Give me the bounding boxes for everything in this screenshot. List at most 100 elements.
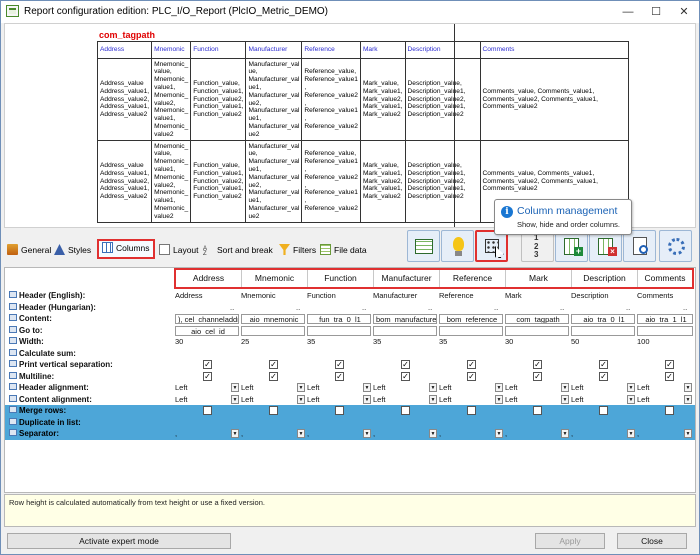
merge-checkbox[interactable] (467, 406, 476, 415)
chevron-down-icon[interactable]: ▼ (627, 429, 635, 438)
chevron-down-icon[interactable]: ▼ (363, 383, 371, 392)
width-cell[interactable]: 25 (241, 336, 305, 348)
column-header-function[interactable]: Function (308, 270, 374, 287)
print-sep-checkbox[interactable]: ✓ (599, 360, 608, 369)
settings-button[interactable] (659, 230, 692, 262)
content-field[interactable]: fun_tra_0_l1 (307, 314, 371, 324)
header-en-cell[interactable]: Description (571, 290, 635, 302)
content-field[interactable]: ), cel_channeladdre (175, 314, 239, 324)
chevron-down-icon[interactable]: ▼ (429, 429, 437, 438)
chevron-down-icon[interactable]: ▼ (684, 383, 692, 392)
tab-file-data[interactable]: File data (320, 241, 367, 259)
print-sep-checkbox[interactable]: ✓ (335, 360, 344, 369)
separator-select[interactable]: , (439, 428, 489, 440)
content-align-select[interactable]: Left (637, 394, 681, 406)
goto-field[interactable] (571, 325, 635, 336)
content-field[interactable]: bom_manufacturer (373, 314, 437, 324)
header-hu-cell[interactable]: .. (560, 302, 570, 314)
chevron-down-icon[interactable]: ▼ (495, 383, 503, 392)
content-align-select[interactable]: Left (439, 394, 489, 406)
header-hu-cell[interactable]: .. (494, 302, 504, 314)
chevron-down-icon[interactable]: ▼ (231, 429, 239, 438)
tab-layout[interactable]: Layout (159, 241, 199, 259)
chevron-down-icon[interactable]: ▼ (429, 383, 437, 392)
width-cell[interactable]: 50 (571, 336, 635, 348)
print-sep-checkbox[interactable]: ✓ (665, 360, 674, 369)
print-sep-checkbox[interactable]: ✓ (533, 360, 542, 369)
width-cell[interactable]: 30 (175, 336, 239, 348)
column-header-mnemonic[interactable]: Mnemonic (242, 270, 308, 287)
column-header-address[interactable]: Address (176, 270, 242, 287)
tab-filters[interactable]: Filters (279, 241, 316, 259)
header-hu-cell[interactable]: .. (683, 302, 693, 314)
header-hu-cell[interactable]: .. (230, 302, 240, 314)
header-en-cell[interactable]: Comments (637, 290, 693, 302)
chevron-down-icon[interactable]: ▼ (561, 383, 569, 392)
chevron-down-icon[interactable]: ▼ (297, 394, 305, 404)
content-field[interactable]: aio_tra_1_l1 (637, 314, 693, 324)
goto-field[interactable] (373, 325, 437, 336)
chevron-down-icon[interactable]: ▼ (363, 394, 371, 404)
chevron-down-icon[interactable]: ▼ (561, 429, 569, 438)
column-header-reference[interactable]: Reference (440, 270, 506, 287)
content-align-select[interactable]: Left (505, 394, 555, 406)
content-field[interactable]: com_tagpath (505, 314, 569, 324)
separator-select[interactable]: , (373, 428, 423, 440)
goto-field[interactable] (637, 325, 693, 336)
header-en-cell[interactable]: Reference (439, 290, 503, 302)
goto-field[interactable] (505, 325, 569, 336)
width-cell[interactable]: 100 (637, 336, 693, 348)
width-cell[interactable]: 35 (307, 336, 371, 348)
chevron-down-icon[interactable]: ▼ (363, 429, 371, 438)
goto-field[interactable] (439, 325, 503, 336)
activate-expert-mode-button[interactable]: Activate expert mode (7, 533, 231, 549)
goto-field[interactable] (307, 325, 371, 336)
chevron-down-icon[interactable]: ▼ (561, 394, 569, 404)
chevron-down-icon[interactable]: ▼ (495, 394, 503, 404)
header-hu-cell[interactable]: .. (296, 302, 306, 314)
multiline-checkbox[interactable]: ✓ (335, 371, 344, 381)
header-align-select[interactable]: Left (241, 382, 291, 394)
merge-checkbox[interactable] (335, 406, 344, 415)
chevron-down-icon[interactable]: ▼ (297, 429, 305, 438)
column-header-mark[interactable]: Mark (506, 270, 572, 287)
goto-field[interactable]: aio_cel_id (175, 325, 239, 336)
multiline-checkbox[interactable]: ✓ (533, 371, 542, 381)
header-hu-cell[interactable]: .. (428, 302, 438, 314)
header-align-select[interactable]: Left (571, 382, 621, 394)
tab-general[interactable]: General (7, 241, 51, 259)
maximize-button[interactable]: ☐ (641, 1, 671, 23)
column-header-manufacturer[interactable]: Manufacturer (374, 270, 440, 287)
goto-field[interactable] (241, 325, 305, 336)
column-header-comments[interactable]: Comments (638, 270, 692, 287)
header-align-select[interactable]: Left (175, 382, 225, 394)
header-en-cell[interactable]: Manufacturer (373, 290, 437, 302)
width-cell[interactable]: 30 (505, 336, 569, 348)
content-field[interactable]: aio_mnemonic (241, 314, 305, 324)
print-sep-checkbox[interactable]: ✓ (401, 360, 410, 369)
header-align-select[interactable]: Left (505, 382, 555, 394)
merge-checkbox[interactable] (533, 406, 542, 415)
chevron-down-icon[interactable]: ▼ (627, 383, 635, 392)
multiline-checkbox[interactable]: ✓ (467, 371, 476, 381)
separator-select[interactable]: , (307, 428, 357, 440)
chevron-down-icon[interactable]: ▼ (684, 394, 692, 404)
content-field[interactable]: bom_reference (439, 314, 503, 324)
chevron-down-icon[interactable]: ▼ (429, 394, 437, 404)
print-sep-checkbox[interactable]: ✓ (467, 360, 476, 369)
content-align-select[interactable]: Left (571, 394, 621, 406)
chevron-down-icon[interactable]: ▼ (231, 394, 239, 404)
header-align-select[interactable]: Left (307, 382, 357, 394)
content-align-select[interactable]: Left (175, 394, 225, 406)
separator-select[interactable]: , (505, 428, 555, 440)
header-align-select[interactable]: Left (439, 382, 489, 394)
tab-styles[interactable]: Styles (54, 241, 91, 259)
separator-select[interactable]: , (571, 428, 621, 440)
column-header-description[interactable]: Description (572, 270, 638, 287)
chevron-down-icon[interactable]: ▼ (495, 429, 503, 438)
chevron-down-icon[interactable]: ▼ (684, 429, 692, 438)
header-hu-cell[interactable]: .. (362, 302, 372, 314)
merge-checkbox[interactable] (599, 406, 608, 415)
separator-select[interactable]: , (175, 428, 225, 440)
merge-checkbox[interactable] (665, 406, 674, 415)
